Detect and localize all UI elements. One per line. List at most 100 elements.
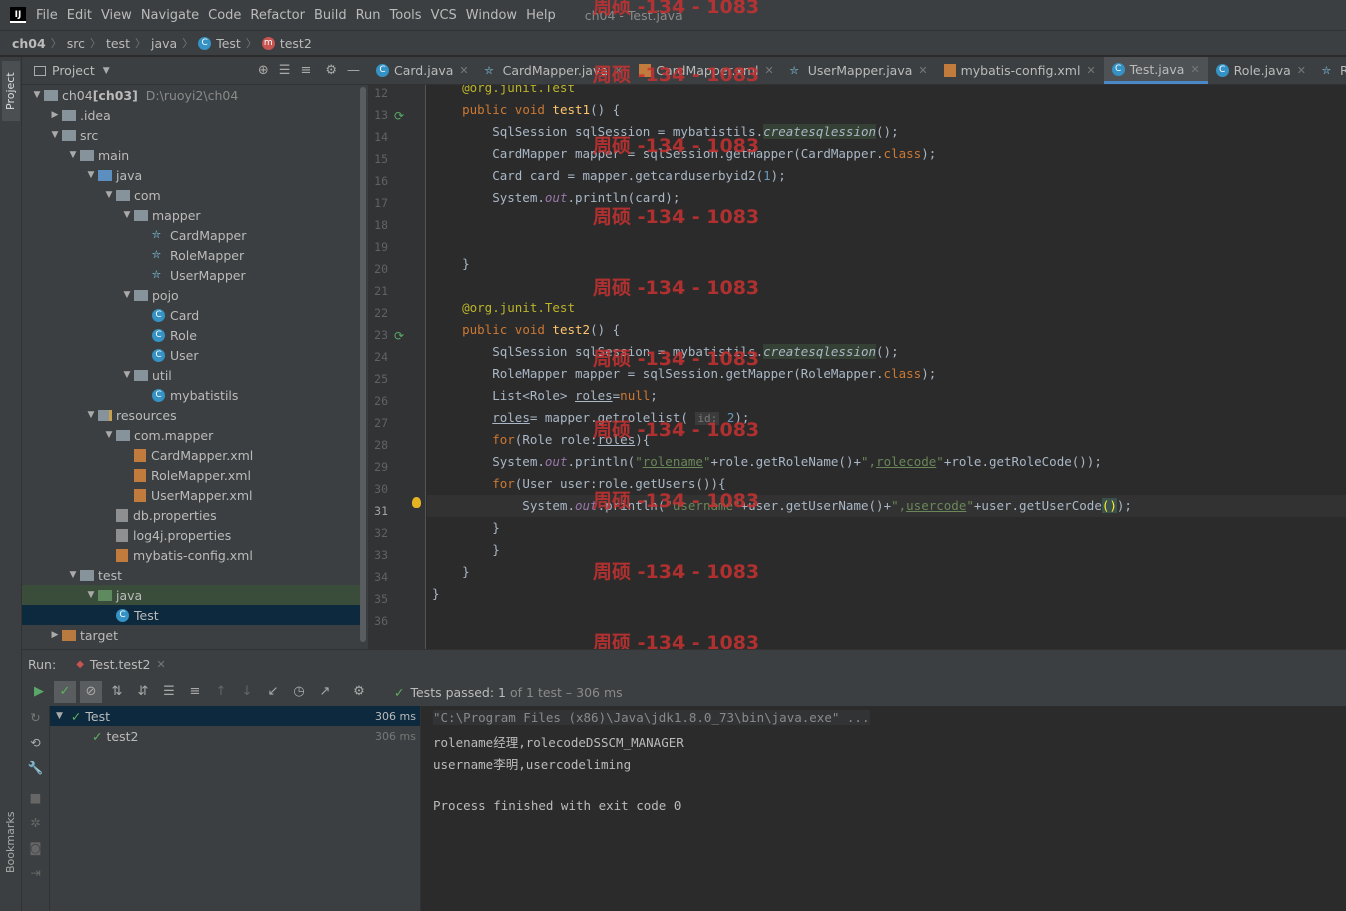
tree-item[interactable]: ⛥ CardMapper xyxy=(22,225,360,245)
arrow-down-icon[interactable]: ↓ xyxy=(236,681,258,703)
tree-item[interactable]: ⛥ RoleMapper xyxy=(22,245,360,265)
chevron-down-icon[interactable]: ▼ xyxy=(56,711,63,721)
arrow-up-icon[interactable]: ↑ xyxy=(210,681,232,703)
run-tab-test2[interactable]: Test.test2 xyxy=(90,657,151,672)
chevron-down-icon[interactable]: ▼ xyxy=(120,370,134,380)
breadcrumb-class[interactable]: Test xyxy=(216,36,241,51)
editor-tab[interactable]: ⛥ CardMapper.java ✕ xyxy=(477,57,632,84)
tree-item[interactable]: ▼ pojo xyxy=(22,285,360,305)
run-test-icon[interactable]: ⟳ xyxy=(394,109,404,123)
chevron-down-icon[interactable]: ▼ xyxy=(48,130,62,140)
tree-item[interactable]: ▼ mapper xyxy=(22,205,360,225)
menu-tools[interactable]: Tools xyxy=(390,8,422,23)
rerun-failed-icon[interactable]: ↻ xyxy=(22,710,49,725)
close-icon[interactable]: ✕ xyxy=(459,64,468,77)
chevron-down-icon[interactable]: ▼ xyxy=(30,90,44,100)
menu-file[interactable]: File xyxy=(36,8,58,23)
debug-icon[interactable]: ✲ xyxy=(22,815,49,830)
chevron-down-icon[interactable]: ▼ xyxy=(84,410,98,420)
breadcrumb-method[interactable]: test2 xyxy=(280,36,312,51)
run-test-icon[interactable]: ⟳ xyxy=(394,329,404,343)
menu-help[interactable]: Help xyxy=(526,8,556,23)
chevron-down-icon[interactable]: ▼ xyxy=(84,590,98,600)
collapse-all-icon[interactable]: ≡ xyxy=(300,63,311,78)
menu-vcs[interactable]: VCS xyxy=(431,8,457,23)
exit-icon[interactable]: ⇥ xyxy=(22,865,49,880)
lightbulb-icon[interactable] xyxy=(412,497,421,508)
editor-tab[interactable]: C Test.java ✕ xyxy=(1103,57,1208,84)
tree-item[interactable]: ⛥ UserMapper xyxy=(22,265,360,285)
breadcrumb-test[interactable]: test xyxy=(106,36,130,51)
tree-item[interactable]: C Test xyxy=(22,605,360,625)
tree-item[interactable]: ▼ com.mapper xyxy=(22,425,360,445)
sort-duration-icon[interactable]: ⇵ xyxy=(132,681,154,703)
close-icon[interactable]: ✕ xyxy=(1086,64,1095,77)
code-editor[interactable]: @org.junit.Test public void test1() { Sq… xyxy=(427,85,1346,649)
console-output[interactable]: "C:\Program Files (x86)\Java\jdk1.8.0_73… xyxy=(421,706,1346,911)
export-icon[interactable]: ↗ xyxy=(314,681,336,703)
tree-item[interactable]: ▼ com xyxy=(22,185,360,205)
menu-view[interactable]: View xyxy=(101,8,132,23)
history-icon[interactable]: ◷ xyxy=(288,681,310,703)
tree-item[interactable]: ▼ src xyxy=(22,125,360,145)
tree-item[interactable]: ▼ main xyxy=(22,145,360,165)
tree-item[interactable]: log4j.properties xyxy=(22,525,360,545)
breadcrumb-project[interactable]: ch04 xyxy=(12,36,46,51)
project-view-title[interactable]: Project xyxy=(52,63,95,78)
gear-icon[interactable]: ⚙ xyxy=(348,681,370,703)
editor-tab[interactable]: CardMapper.xml ✕ xyxy=(631,57,781,84)
tree-item[interactable]: ▼ ch04 [ch03] D:\ruoyi2\ch04 xyxy=(22,85,360,105)
tree-item[interactable]: mybatis-config.xml xyxy=(22,545,360,565)
close-icon[interactable]: ✕ xyxy=(1297,64,1306,77)
bookmarks-tool-tab[interactable]: Bookmarks xyxy=(2,797,20,887)
tree-item[interactable]: ▼ resources xyxy=(22,405,360,425)
menu-navigate[interactable]: Navigate xyxy=(141,8,199,23)
editor-tab[interactable]: ⛥Role✕ xyxy=(1314,57,1346,84)
tree-item[interactable]: ▼ util xyxy=(22,365,360,385)
editor-tab[interactable]: mybatis-config.xml ✕ xyxy=(936,57,1104,84)
chevron-right-icon[interactable]: ▶ xyxy=(48,110,62,120)
test-row-method[interactable]: ✓ test2 306 ms xyxy=(50,726,420,746)
tree-item[interactable]: C Card xyxy=(22,305,360,325)
stop-icon[interactable]: ■ xyxy=(22,790,49,805)
tree-item[interactable]: ▼ java xyxy=(22,165,360,185)
menu-window[interactable]: Window xyxy=(466,8,517,23)
editor-tab[interactable]: ⛥ UserMapper.java ✕ xyxy=(782,57,936,84)
close-icon[interactable]: ✕ xyxy=(156,658,165,671)
sort-alpha-icon[interactable]: ⇅ xyxy=(106,681,128,703)
project-scrollbar[interactable] xyxy=(360,87,366,642)
editor-tab[interactable]: C Role.java ✕ xyxy=(1208,57,1314,84)
tree-item[interactable]: ▼ test xyxy=(22,565,360,585)
expand-all-icon[interactable]: ☰ xyxy=(279,63,291,78)
gear-icon[interactable]: ⚙ xyxy=(325,63,337,78)
breadcrumb-java[interactable]: java xyxy=(151,36,177,51)
tree-item[interactable]: ▼ java xyxy=(22,585,360,605)
test-row-class[interactable]: ▼ ✓ Test 306 ms xyxy=(50,706,420,726)
tree-item[interactable]: C Role xyxy=(22,325,360,345)
tree-item[interactable]: UserMapper.xml xyxy=(22,485,360,505)
chevron-down-icon[interactable]: ▼ xyxy=(120,210,134,220)
menu-build[interactable]: Build xyxy=(314,8,347,23)
tree-item[interactable]: Cmybatistils xyxy=(22,385,360,405)
menu-edit[interactable]: Edit xyxy=(67,8,92,23)
toggle-icon[interactable]: ⟲ xyxy=(22,735,49,750)
collapse-all-icon[interactable]: ≡ xyxy=(184,681,206,703)
project-tool-tab[interactable]: Project xyxy=(2,61,20,121)
chevron-right-icon[interactable]: ▶ xyxy=(48,630,62,640)
show-ignored-icon[interactable]: ⊘ xyxy=(80,681,102,703)
chevron-down-icon[interactable]: ▼ xyxy=(102,190,116,200)
chevron-down-icon[interactable]: ▼ xyxy=(103,66,110,76)
breadcrumb-src[interactable]: src xyxy=(67,36,85,51)
editor-tab[interactable]: C Card.java ✕ xyxy=(368,57,477,84)
tree-item[interactable]: ▶ .idea xyxy=(22,105,360,125)
chevron-down-icon[interactable]: ▼ xyxy=(66,150,80,160)
close-icon[interactable]: ✕ xyxy=(765,64,774,77)
tree-item[interactable]: CardMapper.xml xyxy=(22,445,360,465)
locate-icon[interactable]: ⊕ xyxy=(258,63,269,78)
expand-all-icon[interactable]: ☰ xyxy=(158,681,180,703)
camera-icon[interactable]: ◙ xyxy=(22,840,49,855)
import-icon[interactable]: ↙ xyxy=(262,681,284,703)
rerun-icon[interactable]: ▶ xyxy=(28,681,50,703)
close-icon[interactable]: ✕ xyxy=(918,64,927,77)
wrench-icon[interactable]: 🔧 xyxy=(22,760,49,776)
